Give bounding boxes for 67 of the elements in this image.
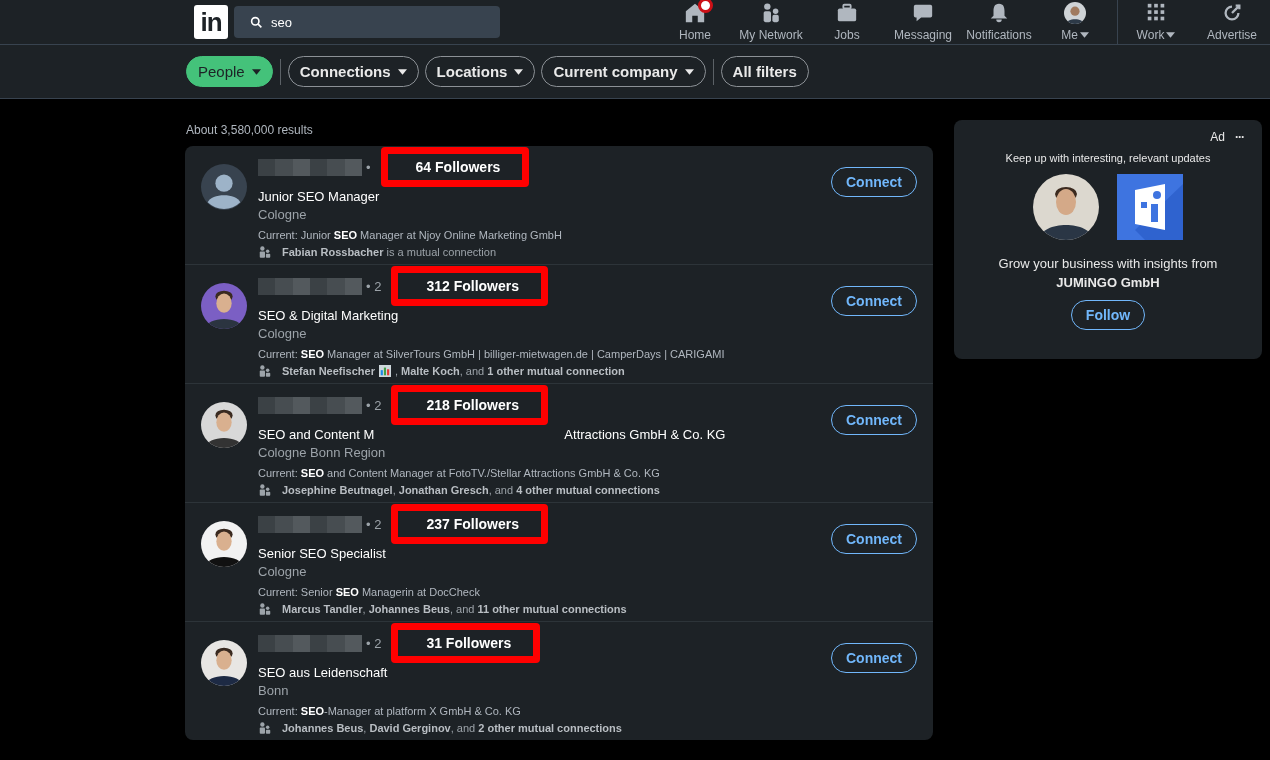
mutual-connections[interactable]: , Malte Koch, and 1 other mutual connection [394, 365, 625, 377]
job-title[interactable]: SEO aus Leidenschaft [258, 665, 388, 680]
job-title[interactable]: SEO and Content M [258, 427, 375, 442]
company-logo-icon [1117, 174, 1183, 240]
followers-highlight: 312 Followers [391, 266, 548, 306]
nav-item[interactable]: Home [657, 2, 733, 42]
caret-icon [397, 68, 407, 75]
nav-item[interactable]: Me [1037, 2, 1113, 42]
job-title[interactable]: Attractions GmbH & Co. KG [564, 427, 726, 442]
job-title[interactable]: SEO & Digital Marketing [258, 308, 399, 323]
nav-item[interactable]: Jobs [809, 2, 885, 42]
current-position: Current: SEO Manager at SilverTours GmbH | billiger-mietwagen.de | CamperDays | CARIGAMI [258, 348, 726, 360]
nav-item[interactable]: Work [1117, 0, 1194, 44]
caret-icon [1079, 32, 1089, 38]
location: Cologne [258, 326, 308, 341]
caret-icon [1166, 32, 1176, 38]
connection-degree: • 2 [366, 278, 382, 294]
search-field[interactable]: seo [234, 6, 500, 38]
people-icon [258, 245, 272, 259]
search-icon [250, 15, 263, 29]
location: Cologne Bonn Region [258, 445, 387, 460]
nav-item[interactable]: My Network [733, 2, 809, 42]
caret-icon [251, 68, 261, 75]
caret-icon [684, 68, 694, 75]
bell-icon [988, 2, 1010, 24]
avatar-icon [201, 164, 247, 210]
location: Cologne [258, 207, 308, 222]
current-position: Current: SEO and Content Manager at FotoTV./Stellar Attractions GmbH & Co. KG [258, 467, 661, 479]
connection-degree: • 2 [366, 635, 382, 651]
people-icon [258, 721, 272, 735]
location: Cologne [258, 564, 308, 579]
followers-highlight: 237 Followers [391, 504, 548, 544]
mutual-connections[interactable]: Josephine Beutnagel, Jonathan Gresch, and 4 other mutual connections [282, 484, 660, 496]
chat-icon [912, 2, 934, 24]
job-title[interactable]: Senior SEO Specialist [258, 546, 386, 561]
nav-item[interactable]: Advertise [1194, 2, 1270, 42]
followers-highlight: 64 Followers [380, 147, 530, 187]
ad-headline: Keep up with interesting, relevant updates [1005, 152, 1211, 164]
ad-text: Grow your business with insights from JUMiNGO GmbH [997, 255, 1219, 292]
ad-label: Ad [1210, 130, 1225, 144]
followers-highlight: 31 Followers [391, 623, 541, 663]
bar-chart-icon [378, 365, 391, 377]
connection-degree: • 2 [366, 397, 382, 413]
briefcase-icon [836, 2, 858, 24]
more-button[interactable]: ··· [1235, 130, 1244, 144]
mutual-connections[interactable]: Johannes Beus, David Gerginov, and 2 other mutual connections [282, 722, 622, 734]
nav-item[interactable]: Messaging [885, 2, 961, 42]
location: Bonn [258, 683, 290, 698]
filter-pill[interactable]: People [186, 56, 273, 87]
current-position: Current: SEO-Manager at platform X GmbH & Co. KG [258, 705, 522, 717]
people-icon [258, 483, 272, 497]
current-position: Current: Junior SEO Manager at Njoy Online Marketing GmbH [258, 229, 563, 241]
result-count: About 3,580,000 results [186, 123, 314, 137]
nav-item[interactable]: Notifications [961, 2, 1037, 42]
caret-icon [514, 68, 524, 75]
mutual-connections[interactable]: Stefan Neefischer [282, 365, 375, 377]
connection-degree: • [366, 159, 371, 175]
logo[interactable]: in [194, 5, 228, 39]
notification-badge [698, 0, 713, 13]
followers-highlight: 218 Followers [391, 385, 548, 425]
people-icon [258, 602, 272, 616]
current-position: Current: Senior SEO Managerin at DocCheck [258, 586, 481, 598]
mutual-connections[interactable]: Fabian Rossbacher is a mutual connection [282, 246, 496, 258]
mutual-connections[interactable]: Marcus Tandler, Johannes Beus, and 11 other mutual connections [282, 603, 627, 615]
job-title[interactable]: Junior SEO Manager [258, 189, 380, 204]
people-icon [258, 364, 272, 378]
connection-degree: • 2 [366, 516, 382, 532]
